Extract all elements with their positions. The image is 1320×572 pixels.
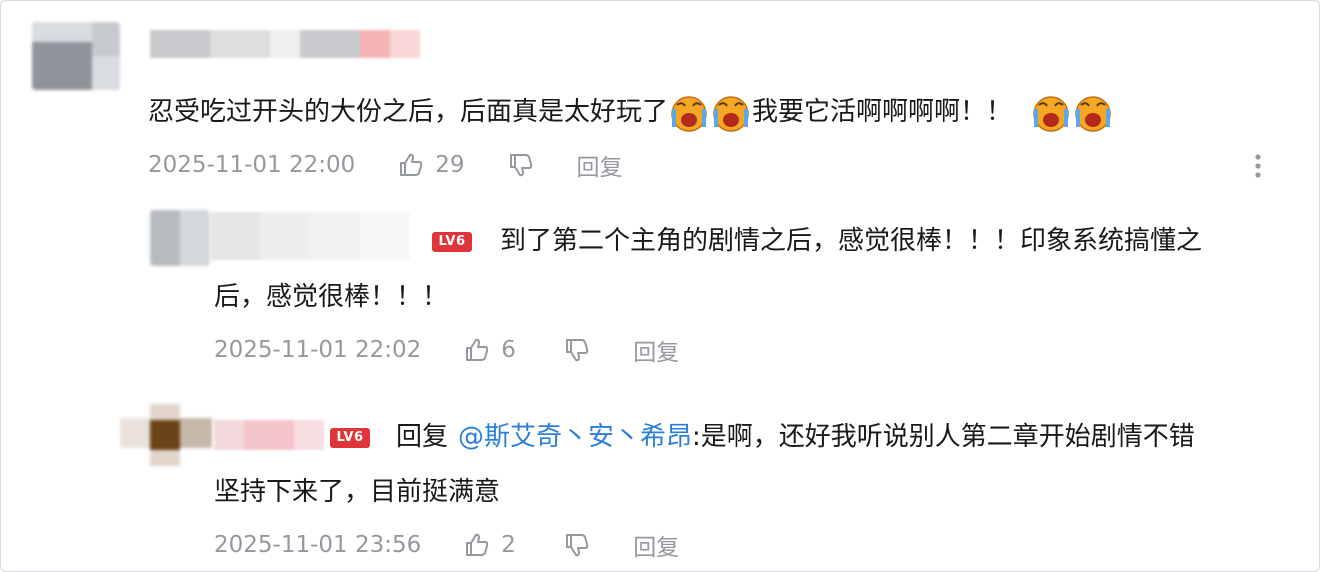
reply-prefix: 回复: [396, 422, 449, 452]
mention-link[interactable]: @斯艾奇丶安丶希昂: [458, 422, 692, 452]
username[interactable]: [150, 30, 420, 58]
comment-text-part1: 忍受吃过开头的大份之后，后面真是太好玩了: [148, 97, 669, 127]
avatar[interactable]: [120, 404, 212, 466]
comment-panel: [0, 0, 1320, 572]
crying-face-icon: [711, 93, 751, 133]
level-badge: LV6: [330, 427, 370, 448]
username[interactable]: [214, 420, 324, 450]
crying-face-icon: [1031, 93, 1071, 133]
like-count: 29: [435, 152, 465, 178]
reply-text-continued: 坚持下来了，目前挺满意: [214, 477, 501, 507]
level-badge: LV6: [432, 231, 472, 252]
comment-meta: 2025-11-01 22:00 29 回复: [148, 148, 623, 182]
avatar[interactable]: [150, 210, 210, 266]
reply-text: 到了第二个主角的剧情之后，感觉很棒！！！印象系统搞懂之: [500, 226, 1203, 256]
thumbs-up-icon[interactable]: [397, 151, 425, 179]
like-count: 2: [501, 532, 516, 558]
timestamp: 2025-11-01 23:56: [214, 532, 422, 558]
thumbs-down-icon[interactable]: [507, 151, 535, 179]
reply-text-continued: 后，感觉很棒！！！: [214, 282, 449, 312]
thumbs-down-icon[interactable]: [563, 336, 591, 364]
timestamp: 2025-11-01 22:00: [148, 152, 356, 178]
avatar[interactable]: [32, 22, 120, 90]
username[interactable]: [210, 212, 410, 260]
crying-face-icon: [1073, 93, 1113, 133]
reply-body: :是啊，还好我听说别人第二章开始剧情不错: [692, 422, 1195, 452]
reply-button[interactable]: 回复: [577, 148, 623, 182]
thumbs-up-icon[interactable]: [463, 531, 491, 559]
like-count: 6: [501, 337, 516, 363]
thumbs-up-icon[interactable]: [463, 336, 491, 364]
comment-text: 忍受吃过开头的大份之后，后面真是太好玩了 我要它活啊啊啊啊！！: [148, 92, 1114, 133]
thumbs-down-icon[interactable]: [563, 531, 591, 559]
reply-meta: 2025-11-01 23:56 2 回复: [214, 528, 679, 562]
crying-face-icon: [669, 93, 709, 133]
timestamp: 2025-11-01 22:02: [214, 337, 422, 363]
reply-text: 回复 @斯艾奇丶安丶希昂:是啊，还好我听说别人第二章开始剧情不错: [396, 417, 1195, 457]
reply-button[interactable]: 回复: [633, 333, 679, 367]
comment-text-part2: 我要它活啊啊啊啊！！: [752, 97, 1013, 127]
reply-meta: 2025-11-01 22:02 6 回复: [214, 333, 679, 367]
more-options-icon[interactable]: [1248, 152, 1268, 180]
reply-button[interactable]: 回复: [633, 528, 679, 562]
